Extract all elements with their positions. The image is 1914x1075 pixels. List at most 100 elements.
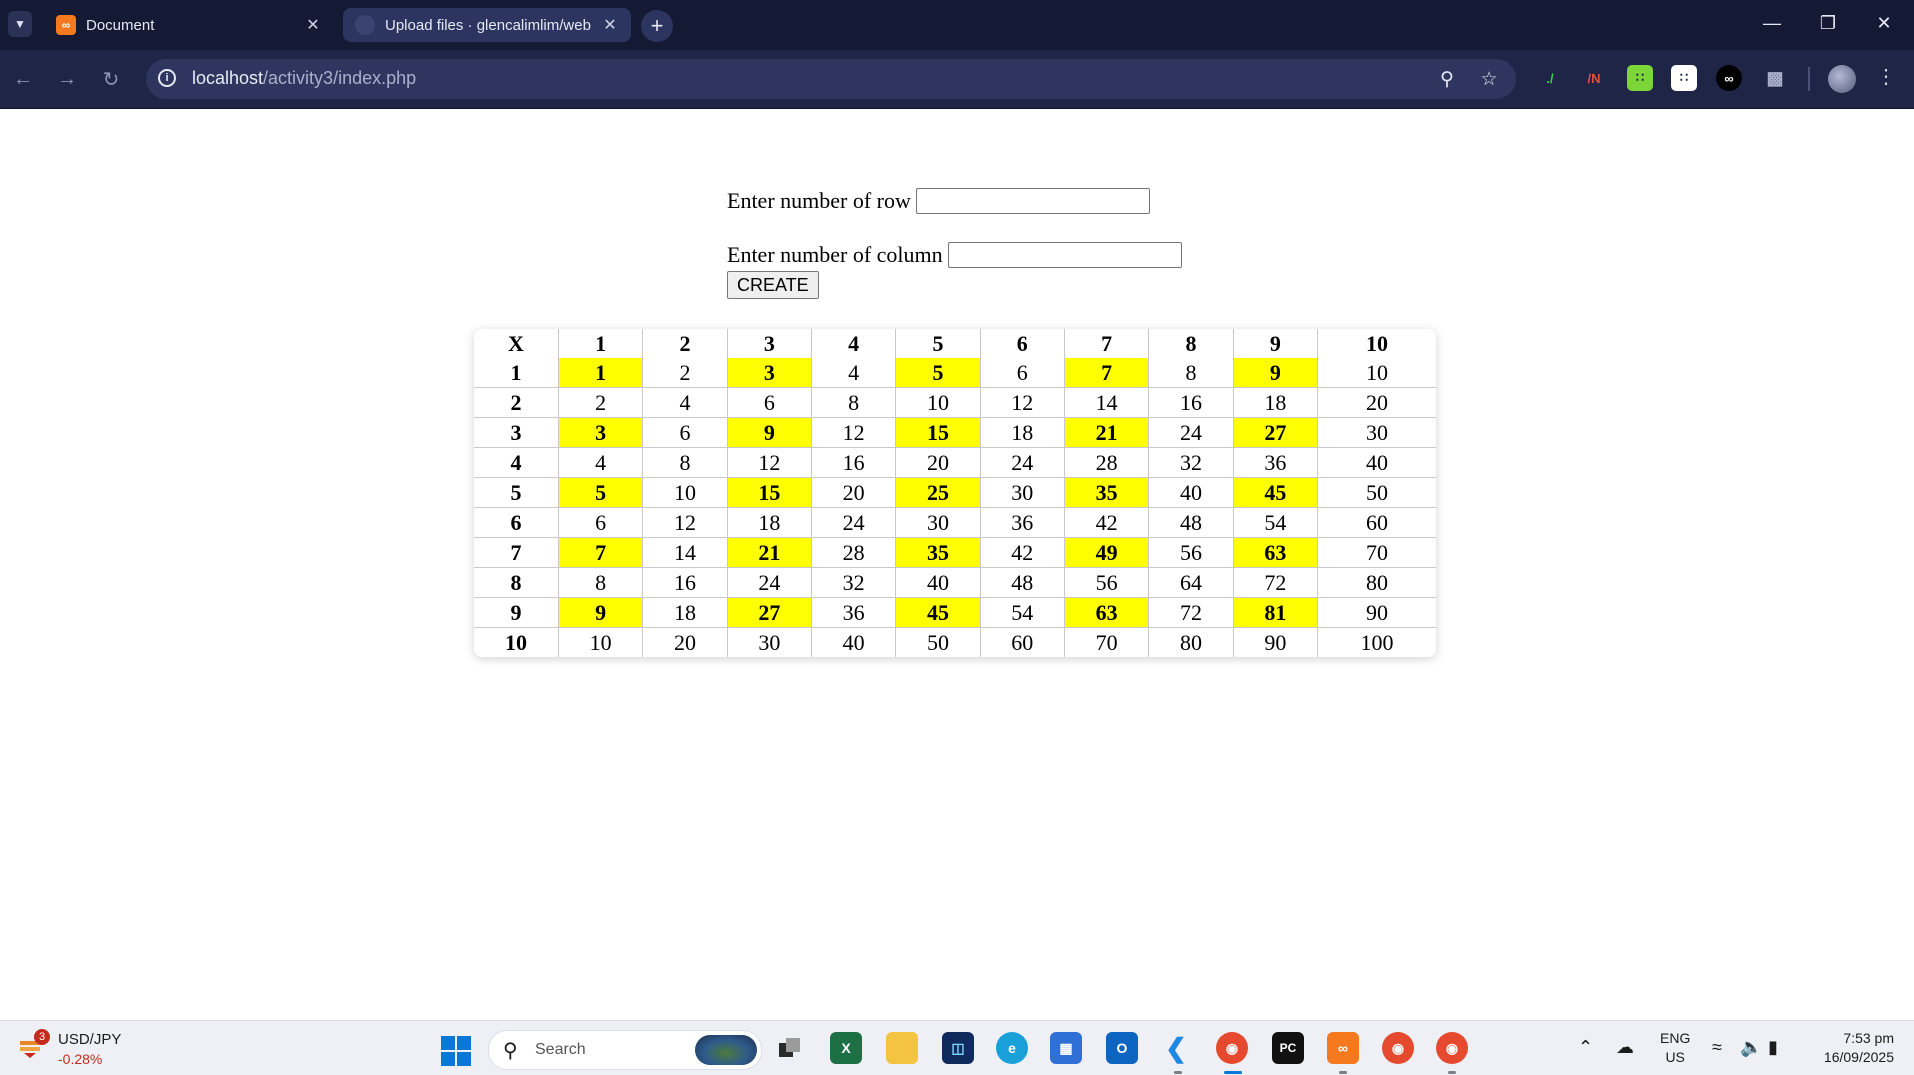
table-cell: 5 — [895, 358, 981, 388]
table-cell: 18 — [642, 597, 728, 628]
table-cell: 20 — [811, 477, 897, 508]
table-cell: 8 — [642, 447, 728, 478]
ticker-change[interactable]: -0.28% — [58, 1051, 102, 1067]
table-cell: 54 — [980, 597, 1065, 628]
address-bar[interactable]: i localhost/activity3/index.php ⚲ ☆ — [146, 59, 1516, 99]
bookmark-star-icon[interactable]: ☆ — [1476, 67, 1502, 91]
row-input[interactable] — [915, 188, 1150, 214]
table-cell: 50 — [895, 627, 981, 657]
table-cell: 35 — [1064, 477, 1150, 508]
zoom-icon[interactable]: ⚲ — [1434, 67, 1460, 91]
wifi-icon[interactable]: ≈ — [1712, 1037, 1722, 1058]
table-cell: 14 — [1064, 387, 1150, 418]
windows-start-icon[interactable] — [441, 1036, 471, 1066]
file-explorer-icon[interactable] — [886, 1032, 918, 1064]
table-cell: 36 — [811, 597, 897, 628]
table-cell: 9 — [558, 597, 644, 628]
vscode-icon[interactable]: ❮ — [1160, 1032, 1192, 1064]
edge-icon[interactable]: e — [996, 1032, 1028, 1064]
table-cell: 40 — [811, 627, 897, 657]
language-indicator[interactable]: ENG US — [1660, 1029, 1690, 1067]
github-icon — [355, 15, 375, 35]
row-input-group: Enter number of row — [727, 186, 1182, 216]
table-cell: 10 — [895, 387, 981, 418]
new-tab-button[interactable]: + — [641, 10, 673, 42]
close-icon[interactable]: ✕ — [597, 15, 623, 35]
create-button[interactable]: CREATE — [727, 271, 819, 299]
table-cell: 30 — [895, 507, 981, 538]
table-row: 10 10 20 30 40 50 60 70 80 90 100 — [474, 627, 1436, 657]
table-cell: 7 — [1064, 358, 1150, 388]
table-cell: 27 — [727, 597, 812, 628]
chrome-guest-icon[interactable]: ◉ — [1436, 1032, 1468, 1064]
restore-icon[interactable]: ❐ — [1806, 8, 1850, 38]
column-input[interactable] — [947, 242, 1182, 268]
outlook-icon[interactable]: O — [1106, 1032, 1138, 1064]
system-clock[interactable]: 7:53 pm 16/09/2025 — [1808, 1029, 1894, 1067]
database-app-icon[interactable]: ◫ — [942, 1032, 974, 1064]
table-cell: 10 — [642, 477, 728, 508]
table-cell: 40 — [1317, 447, 1436, 478]
tab-document[interactable]: ∞ Document ✕ — [44, 8, 334, 42]
reload-icon[interactable]: ↻ — [96, 64, 126, 94]
table-cell: 6 — [727, 387, 812, 418]
table-cell: 9 — [1233, 358, 1319, 388]
store-icon[interactable]: ▦ — [1050, 1032, 1082, 1064]
extensions-puzzle-icon[interactable]: ▩ — [1762, 65, 1788, 91]
menu-icon[interactable]: ⋮ — [1876, 64, 1896, 89]
table-cell: 12 — [811, 417, 897, 448]
chrome-icon[interactable]: ◉ — [1216, 1032, 1248, 1064]
excel-icon[interactable]: X — [830, 1032, 862, 1064]
table-cell: 9 — [727, 417, 812, 448]
task-view-icon[interactable] — [774, 1032, 806, 1064]
close-window-icon[interactable]: ✕ — [1862, 8, 1906, 38]
table-cell: 27 — [1233, 417, 1319, 448]
onedrive-cloud-icon[interactable]: ☁ — [1616, 1037, 1634, 1058]
xampp-icon[interactable]: ∞ — [1327, 1032, 1359, 1064]
table-cell: 6 — [642, 417, 728, 448]
table-cell: 80 — [1148, 627, 1234, 657]
search-highlight-image — [695, 1035, 757, 1065]
row-header: 8 — [474, 567, 559, 598]
table-cell: 40 — [895, 567, 981, 598]
table-cell: 72 — [1148, 597, 1234, 628]
tab-search-button[interactable]: ▼ — [8, 11, 32, 37]
back-icon[interactable]: ← — [8, 64, 38, 94]
extension-dice-icon[interactable]: ∷ — [1627, 65, 1653, 91]
forward-icon[interactable]: → — [52, 64, 82, 94]
table-cell: 45 — [1233, 477, 1319, 508]
extension-grid-icon[interactable]: ∷ — [1671, 65, 1697, 91]
table-cell: 30 — [1317, 417, 1436, 448]
tab-upload-files[interactable]: Upload files · glencalimlim/web ✕ — [343, 8, 631, 42]
table-cell: 36 — [1233, 447, 1319, 478]
table-cell: 30 — [980, 477, 1065, 508]
extension-n-icon[interactable]: /N — [1581, 65, 1607, 91]
notification-badge: 3 — [34, 1029, 50, 1045]
table-cell: 10 — [558, 627, 644, 657]
volume-icon[interactable]: 🔈 — [1740, 1037, 1762, 1058]
close-icon[interactable]: ✕ — [300, 15, 326, 35]
minimize-icon[interactable]: — — [1750, 8, 1794, 38]
profile-avatar[interactable] — [1828, 65, 1856, 93]
battery-icon[interactable]: ▮ — [1768, 1037, 1778, 1058]
pycharm-icon[interactable]: PC — [1272, 1032, 1304, 1064]
extension-link-icon[interactable]: ∞ — [1716, 65, 1742, 91]
tab-strip: ▼ ∞ Document ✕ Upload files · glencaliml… — [0, 0, 1914, 50]
taskbar-search[interactable]: ⚲ Search — [488, 1030, 762, 1070]
table-cell: 16 — [1148, 387, 1234, 418]
url-text[interactable]: localhost/activity3/index.php — [192, 68, 416, 89]
extension-terminal-icon[interactable]: ./ — [1537, 65, 1563, 91]
chevron-up-icon[interactable]: ⌃ — [1578, 1037, 1593, 1058]
site-info-icon[interactable]: i — [158, 69, 176, 87]
column-input-group: Enter number of column — [727, 240, 1182, 270]
table-cell: 42 — [980, 537, 1065, 568]
column-header: 9 — [1233, 329, 1319, 358]
chrome-profile-icon[interactable]: ◉ — [1382, 1032, 1414, 1064]
table-cell: 20 — [895, 447, 981, 478]
table-cell: 15 — [895, 417, 981, 448]
table-cell: 3 — [727, 358, 812, 388]
ticker-name[interactable]: USD/JPY — [58, 1031, 121, 1048]
row-header: 7 — [474, 537, 559, 568]
table-cell: 8 — [1148, 358, 1234, 388]
table-row: 6 6 12 18 24 30 36 42 48 54 60 — [474, 507, 1436, 538]
